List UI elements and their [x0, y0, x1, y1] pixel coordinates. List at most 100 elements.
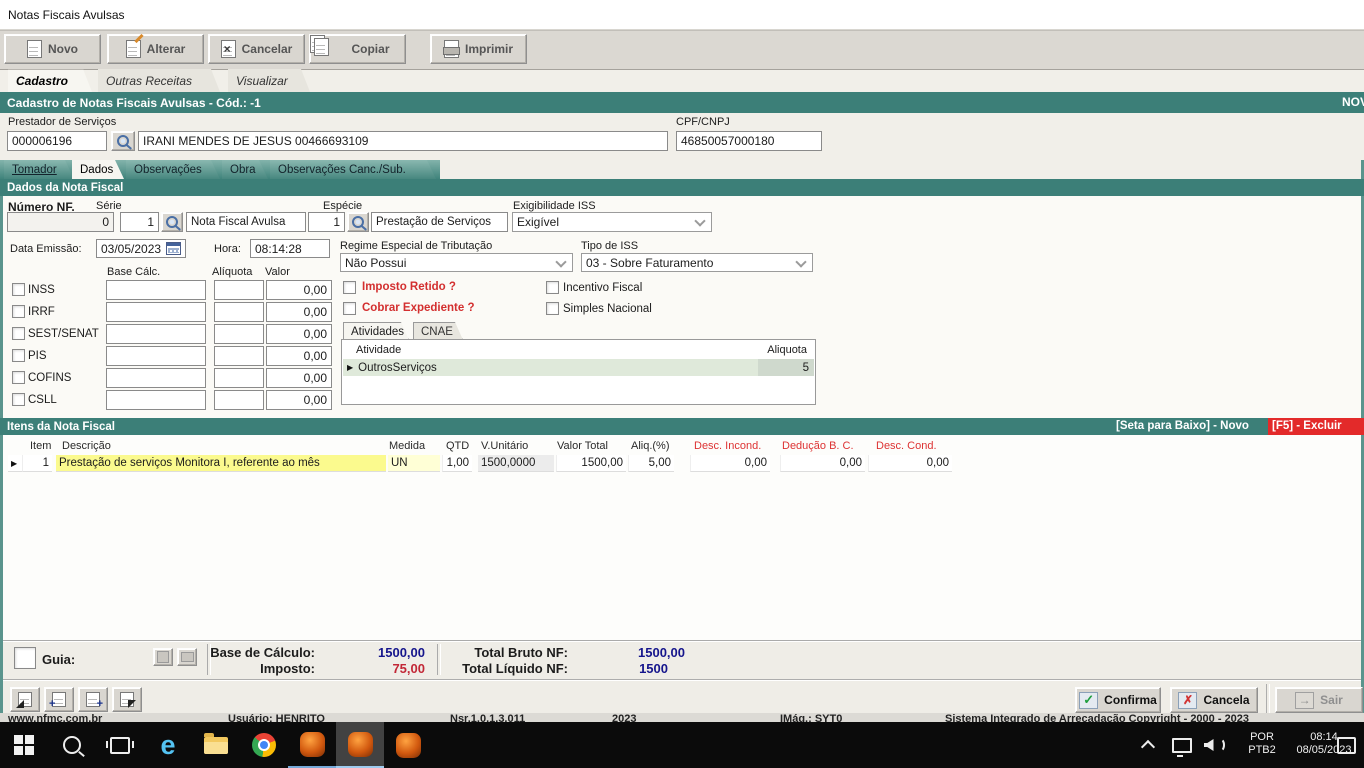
network-tray-button[interactable]	[1168, 722, 1196, 768]
exigibilidade-select[interactable]: Exigível	[512, 212, 712, 232]
guia-image-button[interactable]	[153, 648, 173, 666]
tab-visualizar[interactable]: Visualizar	[228, 69, 310, 92]
nav-first-button[interactable]	[10, 687, 40, 712]
item-number-cell[interactable]: 1	[22, 455, 52, 472]
calendar-icon[interactable]	[166, 242, 181, 255]
cofins-aliquota-input[interactable]	[214, 368, 264, 388]
tab-observacoes-canc-sub[interactable]: Observações Canc./Sub.	[270, 160, 436, 179]
taskb-search-button[interactable]	[48, 722, 96, 768]
irrf-valor-input[interactable]: 0,00	[266, 302, 332, 322]
cofins-base-input[interactable]	[106, 368, 206, 388]
item-medida-cell[interactable]: UN	[388, 455, 440, 472]
start-button[interactable]	[0, 722, 48, 768]
confirma-button[interactable]: ✓ Confirma	[1075, 687, 1161, 713]
task-view-icon	[106, 736, 134, 754]
tipo-iss-select[interactable]: 03 - Sobre Faturamento	[581, 253, 813, 272]
item-aliq-cell[interactable]: 5,00	[628, 455, 674, 472]
especie-input[interactable]: 1	[308, 212, 345, 232]
row-marker-icon: ▶	[347, 363, 354, 372]
serie-input[interactable]: 1	[120, 212, 159, 232]
pis-aliquota-input[interactable]	[214, 346, 264, 366]
incentivo-fiscal-checkbox[interactable]	[546, 281, 559, 294]
irrf-checkbox[interactable]	[12, 305, 25, 318]
tab-dados[interactable]: Dados	[72, 160, 124, 179]
guia-print-button[interactable]	[177, 648, 197, 666]
item-desccond-cell[interactable]: 0,00	[868, 455, 952, 472]
cancelar-button[interactable]: × Cancelar	[208, 34, 305, 64]
tab-atividades[interactable]: Atividades	[343, 322, 409, 340]
numero-nf-input[interactable]: 0	[7, 212, 114, 232]
data-emissao-input[interactable]: 03/05/2023	[96, 239, 186, 258]
item-row-marker[interactable]: ▶	[8, 455, 22, 472]
chrome-button[interactable]	[240, 722, 288, 768]
nav-append-button[interactable]: +	[78, 687, 108, 712]
item-descincond-cell[interactable]: 0,00	[690, 455, 770, 472]
serie-desc-input[interactable]: Nota Fiscal Avulsa	[186, 212, 306, 232]
task-view-button[interactable]	[96, 722, 144, 768]
pis-checkbox[interactable]	[12, 349, 25, 362]
novo-button[interactable]: Novo	[4, 34, 101, 64]
prestador-search-button[interactable]	[111, 131, 135, 151]
copiar-button[interactable]: Copiar	[309, 34, 406, 64]
cancela-button[interactable]: ✗ Cancela	[1170, 687, 1258, 713]
app-window-1-button[interactable]	[288, 722, 336, 768]
imprimir-button[interactable]: Imprimir	[430, 34, 527, 64]
itens-hint-highlight: [F5] - Excluir	[1268, 418, 1364, 435]
inss-aliquota-input[interactable]	[214, 280, 264, 300]
cobrar-expediente-checkbox[interactable]	[343, 302, 356, 315]
inss-base-input[interactable]	[106, 280, 206, 300]
simples-nacional-checkbox[interactable]	[546, 302, 559, 315]
tray-expand-button[interactable]	[1136, 722, 1160, 768]
language-indicator[interactable]: POR PTB2	[1240, 731, 1284, 757]
item-valortotal-cell[interactable]: 1500,00	[556, 455, 626, 472]
csll-base-input[interactable]	[106, 390, 206, 410]
pis-base-input[interactable]	[106, 346, 206, 366]
csll-valor-input[interactable]: 0,00	[266, 390, 332, 410]
action-center-button[interactable]	[1332, 722, 1360, 768]
inss-checkbox[interactable]	[12, 283, 25, 296]
cofins-valor-input[interactable]: 0,00	[266, 368, 332, 388]
nav-insert-button[interactable]: +	[44, 687, 74, 712]
especie-search-button[interactable]	[347, 212, 369, 232]
file-explorer-button[interactable]	[192, 722, 240, 768]
tab-cadastro[interactable]: Cadastro	[8, 69, 92, 92]
cpf-input[interactable]: 46850057000180	[676, 131, 822, 151]
csll-aliquota-input[interactable]	[214, 390, 264, 410]
pis-valor-input[interactable]: 0,00	[266, 346, 332, 366]
item-vunitario-cell[interactable]: 1500,0000	[478, 455, 554, 472]
item-descricao-cell[interactable]: Prestação de serviços Monitora I, refere…	[56, 455, 386, 472]
tab-observacoes[interactable]: Observações	[126, 160, 220, 179]
sair-button[interactable]: → Sair	[1275, 687, 1363, 713]
sest-senat-checkbox[interactable]	[12, 327, 25, 340]
sest-senat-base-input[interactable]	[106, 324, 206, 344]
item-qtd-cell[interactable]: 1,00	[442, 455, 472, 472]
tab-tomador[interactable]: Tomador	[4, 160, 74, 179]
volume-tray-button[interactable]	[1200, 722, 1228, 768]
internet-explorer-button[interactable]: e	[144, 722, 192, 768]
tab-outras-receitas[interactable]: Outras Receitas	[98, 69, 220, 92]
regime-label: Regime Especial de Tributação	[340, 240, 493, 252]
hora-input[interactable]: 08:14:28	[250, 239, 330, 258]
cofins-checkbox[interactable]	[12, 371, 25, 384]
atividade-row[interactable]: ▶ OutrosServiços 5	[343, 359, 814, 376]
irrf-aliquota-input[interactable]	[214, 302, 264, 322]
alterar-button[interactable]: Alterar	[107, 33, 204, 64]
csll-checkbox[interactable]	[12, 393, 25, 406]
guia-checkbox[interactable]	[14, 647, 36, 669]
imposto-retido-checkbox[interactable]	[343, 281, 356, 294]
sest-senat-valor-input[interactable]: 0,00	[266, 324, 332, 344]
regime-select[interactable]: Não Possui	[340, 253, 573, 272]
tab-cnae[interactable]: CNAE	[413, 322, 463, 340]
irrf-base-input[interactable]	[106, 302, 206, 322]
nav-last-button[interactable]	[112, 687, 142, 712]
status-bar: www.nfmc.com.br Usuário: HENRITO Nsr.1.0…	[0, 713, 1364, 722]
app-window-3-button[interactable]	[384, 722, 432, 768]
especie-desc-input[interactable]: Prestação de Serviços	[371, 212, 508, 232]
prestador-name-input[interactable]: IRANI MENDES DE JESUS 00466693109	[138, 131, 668, 151]
app-window-2-button[interactable]	[336, 722, 384, 768]
sest-senat-aliquota-input[interactable]	[214, 324, 264, 344]
item-deducaobc-cell[interactable]: 0,00	[780, 455, 865, 472]
inss-valor-input[interactable]: 0,00	[266, 280, 332, 300]
serie-search-button[interactable]	[161, 212, 183, 232]
prestador-code-input[interactable]: 000006196	[7, 131, 107, 151]
